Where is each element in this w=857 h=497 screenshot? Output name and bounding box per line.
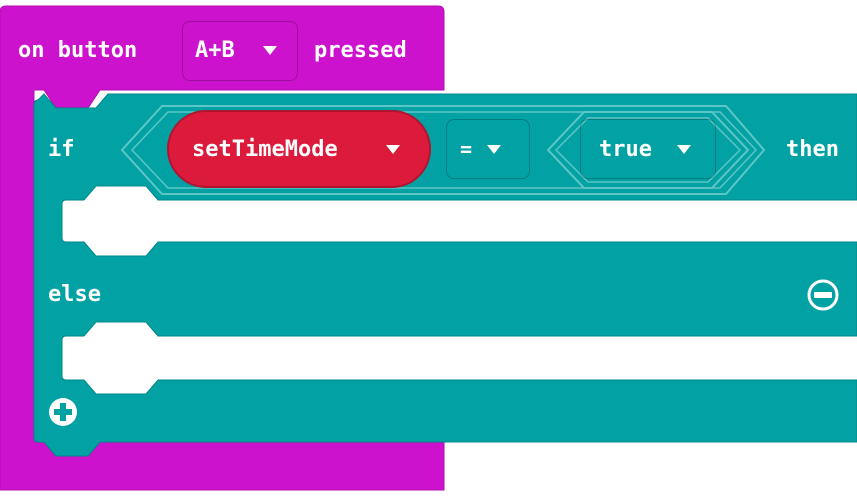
else-label: else — [48, 282, 101, 307]
button-dropdown-value: A+B — [195, 38, 235, 63]
true-value: true — [599, 137, 652, 162]
if-label: if — [48, 137, 75, 162]
event-prefix-label: on button — [18, 38, 138, 63]
blocks-canvas — [0, 5, 857, 491]
button-dropdown[interactable]: A+B — [182, 21, 298, 81]
variable-name: setTimeMode — [192, 137, 338, 162]
caret-down-icon[interactable] — [386, 145, 400, 154]
caret-down-icon — [677, 145, 691, 154]
plus-circle-icon[interactable] — [49, 398, 77, 426]
true-dropdown[interactable]: true — [580, 119, 716, 179]
operator-value: = — [460, 137, 473, 161]
caret-down-icon — [487, 145, 501, 154]
then-label: then — [786, 137, 839, 162]
event-suffix-label: pressed — [314, 38, 407, 63]
caret-down-icon — [263, 46, 277, 55]
operator-dropdown[interactable]: = — [446, 119, 530, 179]
